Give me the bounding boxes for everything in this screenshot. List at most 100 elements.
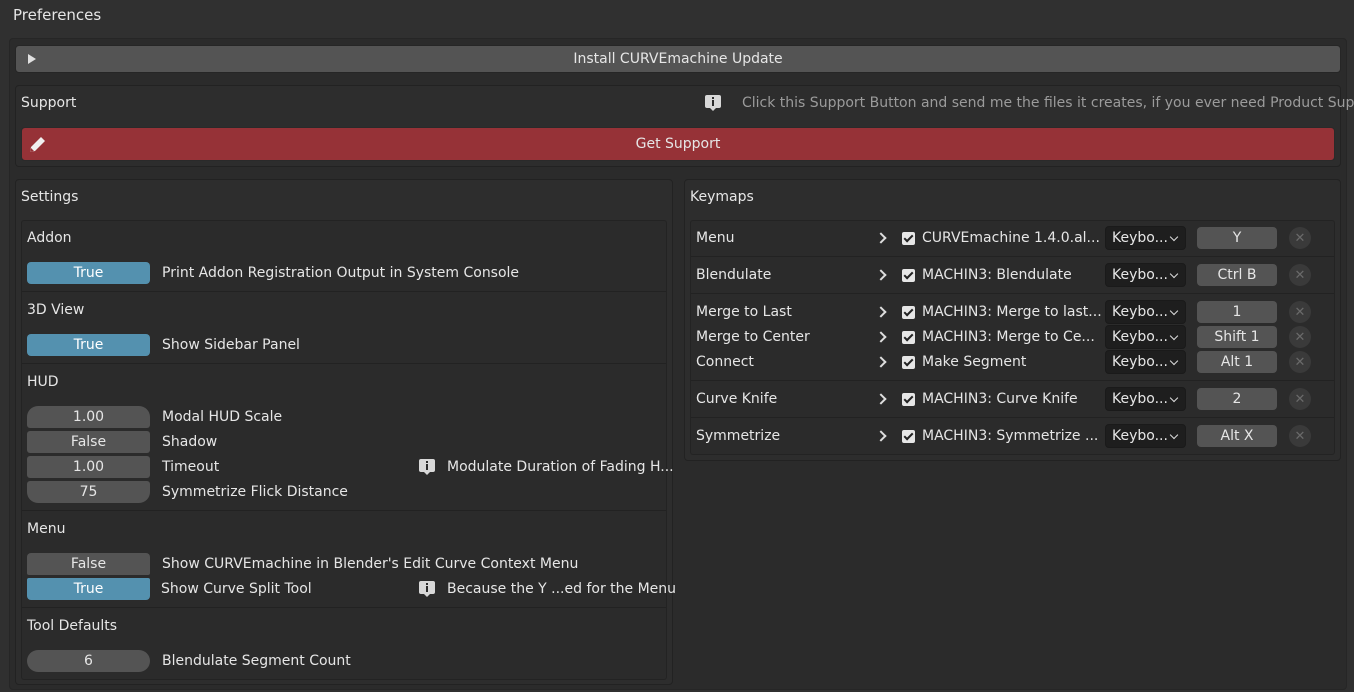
keymaps-heading: Keymaps [690,189,754,205]
keymap-name: Curve Knife [696,391,778,407]
close-icon[interactable]: ✕ [1289,425,1311,447]
close-icon[interactable]: ✕ [1289,264,1311,286]
keymap-key-button[interactable]: Ctrl B [1197,264,1277,286]
play-icon [28,54,36,64]
divider [691,380,1334,381]
close-icon[interactable]: ✕ [1289,326,1311,348]
settings-heading: Settings [21,189,79,205]
keymap-name: Connect [696,354,754,370]
keymap-type-dropdown[interactable]: Keybo... [1105,387,1186,411]
keymap-operator: CURVEmachine 1.4.0.al... [922,230,1100,246]
shadow-label: Shadow [162,434,218,450]
keymap-name: Merge to Center [696,329,810,345]
keymap-type-dropdown[interactable]: Keybo... [1105,350,1186,374]
keymap-key-button[interactable]: 1 [1197,301,1277,323]
keymap-type-dropdown[interactable]: Keybo... [1105,300,1186,324]
divider [22,607,666,608]
keymap-key-button[interactable]: 2 [1197,388,1277,410]
close-icon[interactable]: ✕ [1289,388,1311,410]
sidebar-panel-label: Show Sidebar Panel [162,337,300,353]
curve-split-hint: Because the Y ...ed for the Menu [447,581,677,597]
pencil-icon [30,137,45,152]
keymap-operator: MACHIN3: Merge to Ce... [922,329,1095,345]
close-icon[interactable]: ✕ [1289,227,1311,249]
print-registration-label: Print Addon Registration Output in Syste… [162,265,520,281]
hud-scale-field[interactable]: 1.00 [27,406,150,428]
menu-heading: Menu [27,521,66,537]
divider [22,291,666,292]
install-update-button[interactable]: Install CURVEmachine Update [15,45,1341,73]
curve-split-label: Show Curve Split Tool [161,581,312,597]
keymap-operator: Make Segment [922,354,1027,370]
keymap-type-value: Keybo... [1112,304,1168,320]
keymap-type-value: Keybo... [1112,428,1168,444]
keymap-type-value: Keybo... [1112,354,1168,370]
keymap-operator: MACHIN3: Curve Knife [922,391,1078,407]
keymap-type-dropdown[interactable]: Keybo... [1105,424,1186,448]
chevron-down-icon [1169,232,1179,242]
addon-heading: Addon [27,230,72,246]
keymap-key-button[interactable]: Y [1197,227,1277,249]
chevron-down-icon [1169,269,1179,279]
support-hint: Click this Support Button and send me th… [742,95,1354,111]
keymap-active-checkbox[interactable] [902,393,915,406]
keymap-key-button[interactable]: Alt 1 [1197,351,1277,373]
keymap-type-value: Keybo... [1112,267,1168,283]
keymap-type-value: Keybo... [1112,329,1168,345]
get-support-label: Get Support [635,136,721,152]
keymap-name: Symmetrize [696,428,781,444]
keymap-type-dropdown[interactable]: Keybo... [1105,325,1186,349]
keymap-active-checkbox[interactable] [902,306,915,319]
info-icon [419,581,435,597]
get-support-button[interactable]: Get Support [21,127,1335,161]
divider [22,363,666,364]
flick-distance-label: Symmetrize Flick Distance [162,484,348,500]
window-title: Preferences [13,6,102,24]
print-registration-toggle[interactable]: True [27,262,150,284]
keymap-type-dropdown[interactable]: Keybo... [1105,263,1186,287]
context-menu-toggle[interactable]: False [27,553,150,575]
keymap-operator: MACHIN3: Symmetrize ... [922,428,1099,444]
keymap-active-checkbox[interactable] [902,331,915,344]
tool-defaults-heading: Tool Defaults [27,618,118,634]
keymap-type-value: Keybo... [1112,391,1168,407]
chevron-down-icon [1169,430,1179,440]
timeout-hint: Modulate Duration of Fading H... [447,459,674,475]
shadow-toggle[interactable]: False [27,431,150,453]
keymap-operator: MACHIN3: Merge to last... [922,304,1102,320]
keymap-name: Merge to Last [696,304,792,320]
flick-distance-field[interactable]: 75 [27,481,150,503]
keymap-active-checkbox[interactable] [902,430,915,443]
divider [691,417,1334,418]
chevron-down-icon [1169,356,1179,366]
keymap-type-value: Keybo... [1112,230,1168,246]
timeout-label: Timeout [162,459,220,475]
keymap-active-checkbox[interactable] [902,356,915,369]
info-icon [419,459,435,475]
install-update-label: Install CURVEmachine Update [573,51,783,67]
close-icon[interactable]: ✕ [1289,301,1311,323]
timeout-field[interactable]: 1.00 [27,456,150,478]
keymap-active-checkbox[interactable] [902,269,915,282]
chevron-down-icon [1169,393,1179,403]
context-menu-label: Show CURVEmachine in Blender's Edit Curv… [162,556,579,572]
chevron-down-icon [1169,331,1179,341]
curve-split-toggle[interactable]: True [27,578,150,600]
keymap-key-button[interactable]: Alt X [1197,425,1277,447]
chevron-down-icon [1169,306,1179,316]
keymap-key-button[interactable]: Shift 1 [1197,326,1277,348]
segment-count-field[interactable]: 6 [27,650,150,672]
keymap-type-dropdown[interactable]: Keybo... [1105,226,1186,250]
keymap-operator: MACHIN3: Blendulate [922,267,1072,283]
view3d-heading: 3D View [27,302,85,318]
hud-scale-label: Modal HUD Scale [162,409,283,425]
info-icon [705,95,721,111]
support-heading: Support [21,95,77,111]
divider [22,510,666,511]
keymap-name: Menu [696,230,735,246]
sidebar-panel-toggle[interactable]: True [27,334,150,356]
segment-count-label: Blendulate Segment Count [162,653,351,669]
close-icon[interactable]: ✕ [1289,351,1311,373]
divider [691,256,1334,257]
keymap-active-checkbox[interactable] [902,232,915,245]
